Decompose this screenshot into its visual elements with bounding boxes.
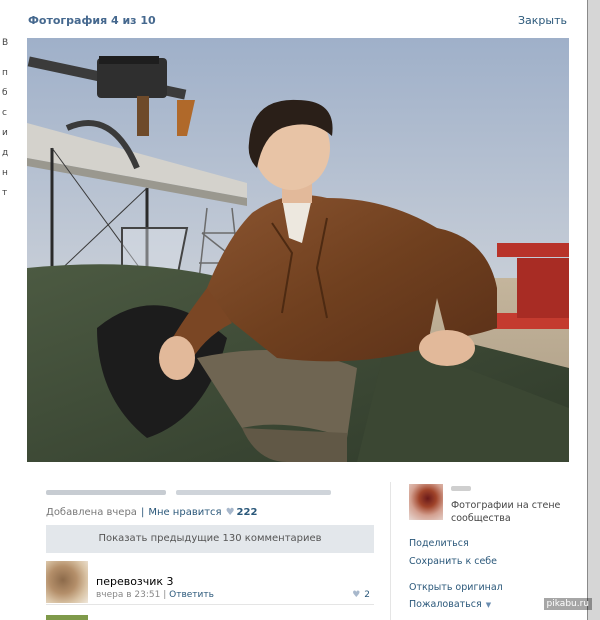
comment-time[interactable]: вчера в 23:51 (96, 590, 160, 600)
avatar[interactable] (46, 561, 88, 603)
divider (390, 482, 391, 620)
show-previous-comments-button[interactable]: Показать предыдущие 130 комментариев (46, 525, 374, 553)
report-link[interactable]: Пожаловаться ▼ (409, 599, 491, 610)
next-comment-avatar[interactable] (46, 615, 88, 620)
likes-count[interactable]: 222 (237, 507, 258, 518)
blurred-owner (451, 486, 471, 491)
comment-like[interactable]: ♥ 2 (352, 590, 370, 600)
heart-icon[interactable]: ♥ (226, 507, 235, 518)
comment-likes-count[interactable]: 2 (364, 590, 370, 600)
share-link[interactable]: Поделиться (409, 538, 469, 549)
comment-meta: вчера в 23:51 | Ответить (96, 590, 214, 600)
report-label[interactable]: Пожаловаться (409, 599, 482, 610)
reply-button[interactable]: Ответить (169, 590, 214, 600)
viewer-header: Фотография 4 из 10 Закрыть (12, 0, 587, 38)
comment-text: перевозчик 3 (96, 575, 174, 588)
added-date: Добавлена вчера (46, 507, 137, 518)
photo-viewer: Фотография 4 из 10 Закрыть Добавлена вче… (12, 0, 587, 620)
save-to-my-photos-link[interactable]: Сохранить к себе (409, 556, 497, 567)
comment-item: перевозчик 3 вчера в 23:51 | Ответить ♥ 2 (46, 561, 374, 605)
chevron-down-icon[interactable]: ▼ (486, 601, 491, 609)
photo-image (27, 38, 569, 462)
photo-meta: Добавлена вчера | Мне нравится ♥ 222 (46, 507, 257, 518)
photo-counter-title: Фотография 4 из 10 (28, 14, 156, 27)
background-page-right (588, 0, 600, 620)
watermark: pikabu.ru (543, 598, 592, 610)
close-button[interactable]: Закрыть (518, 14, 567, 27)
album-name[interactable]: Фотографии на стене сообщества (451, 499, 561, 525)
album-thumbnail[interactable] (409, 484, 443, 520)
blurred-caption (46, 490, 331, 495)
separator: | (140, 507, 145, 518)
open-original-link[interactable]: Открыть оригинал (409, 582, 503, 593)
main-photo[interactable] (27, 38, 569, 462)
like-button[interactable]: Мне нравится (148, 507, 221, 518)
background-page-strip: В п б с и д н т (0, 0, 12, 620)
heart-icon[interactable]: ♥ (352, 590, 360, 600)
